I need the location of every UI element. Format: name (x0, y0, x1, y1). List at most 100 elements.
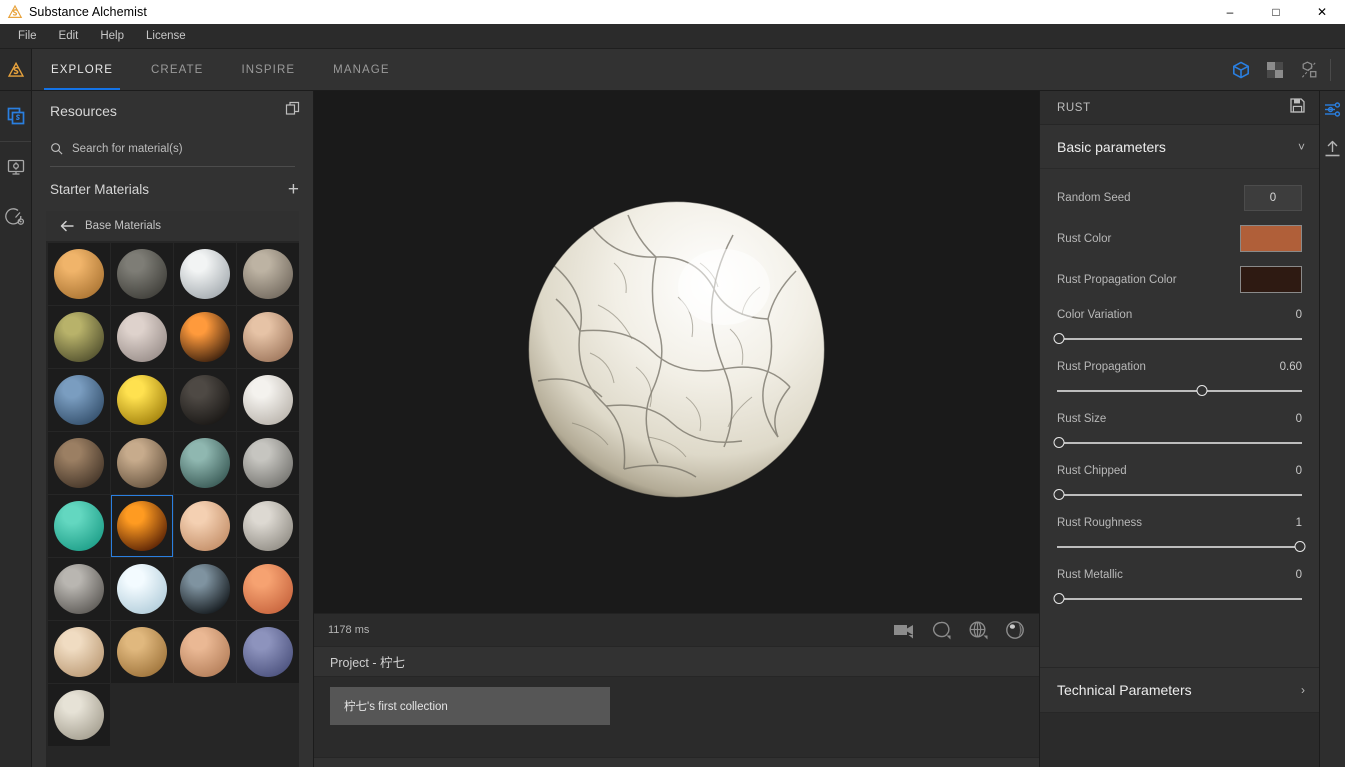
detach-panel-icon[interactable] (285, 101, 301, 122)
basic-parameters-section-header[interactable]: Basic parameters ˅ (1040, 125, 1319, 169)
material-thumb-dark-gravel[interactable] (111, 243, 173, 305)
material-preview-sphere[interactable] (528, 201, 825, 498)
slider-track-rust-metallic[interactable] (1057, 592, 1302, 606)
material-sphere-thumbnail (117, 501, 167, 551)
material-thumb-copper-metal[interactable] (174, 306, 236, 368)
search-input[interactable]: Search for material(s) (50, 131, 295, 167)
app-header: EXPLORE CREATE INSPIRE MANAGE (0, 49, 1345, 91)
slider-value-rust-roughness: 1 (1296, 517, 1302, 529)
material-thumb-light-granite[interactable] (237, 495, 299, 557)
collection-card[interactable]: 柠七's first collection (330, 687, 610, 725)
save-floppy-icon[interactable] (1290, 98, 1305, 118)
material-thumb-black-rubber[interactable] (174, 369, 236, 431)
material-thumb-teal-ceramic[interactable] (174, 432, 236, 494)
menu-file[interactable]: File (7, 27, 48, 45)
menu-edit[interactable]: Edit (48, 27, 90, 45)
material-sphere-thumbnail (54, 564, 104, 614)
technical-parameters-section-header[interactable]: Technical Parameters › (1040, 667, 1319, 713)
material-thumb-pink-plaster[interactable] (111, 306, 173, 368)
tab-manage[interactable]: MANAGE (314, 49, 408, 90)
viewport-3d[interactable] (314, 91, 1039, 613)
camera-icon[interactable] (893, 622, 915, 639)
2d-tile-view-icon[interactable] (1258, 49, 1292, 91)
material-thumb-peach-stone[interactable] (174, 495, 236, 557)
color-swatch-rust-propagation-color[interactable] (1240, 266, 1302, 293)
material-sphere-thumbnail (54, 438, 104, 488)
slider-track-rust-roughness[interactable] (1057, 540, 1302, 554)
slider-knob-rust-propagation[interactable] (1196, 385, 1207, 396)
material-thumb-turquoise-paint[interactable] (48, 495, 110, 557)
material-sphere-thumbnail (54, 249, 104, 299)
close-button[interactable]: ✕ (1299, 0, 1345, 24)
slider-knob-color-variation[interactable] (1054, 333, 1065, 344)
breadcrumb[interactable]: Base Materials (46, 211, 299, 241)
param-label-rust-propagation-color: Rust Propagation Color (1057, 274, 1177, 286)
material-sphere-icon[interactable] (1005, 620, 1025, 640)
minimize-button[interactable]: – (1207, 0, 1253, 24)
material-thumb-rust[interactable] (111, 495, 173, 557)
rail-item-display-settings[interactable] (0, 142, 31, 192)
tab-create[interactable]: CREATE (132, 49, 222, 90)
slider-track-rust-size[interactable] (1057, 436, 1302, 450)
slider-track-line (1057, 390, 1302, 392)
material-thumb-orange-plastic[interactable] (237, 558, 299, 620)
material-thumb-brown-dirt[interactable] (48, 432, 110, 494)
rail-item-render-settings[interactable] (0, 192, 31, 242)
chevron-right-icon[interactable]: › (1301, 683, 1305, 697)
material-sphere-thumbnail (180, 627, 230, 677)
environment-globe-icon[interactable] (968, 620, 989, 641)
3d-cube-view-icon[interactable] (1224, 49, 1258, 91)
brand-cell (0, 49, 32, 90)
material-thumb-light-wood[interactable] (48, 621, 110, 683)
material-thumb-white-cracked-tile[interactable] (237, 369, 299, 431)
export-upload-icon[interactable] (1324, 140, 1341, 158)
menubar: File Edit Help License (0, 24, 1345, 49)
slider-header-rust-propagation: Rust Propagation0.60 (1057, 361, 1302, 373)
starter-materials-header: Starter Materials + (32, 167, 313, 211)
slider-track-rust-propagation[interactable] (1057, 384, 1302, 398)
color-swatch-rust-color[interactable] (1240, 225, 1302, 252)
material-thumb-grey-concrete[interactable] (237, 432, 299, 494)
slider-knob-rust-roughness[interactable] (1294, 541, 1305, 552)
tab-explore[interactable]: EXPLORE (32, 49, 132, 90)
breadcrumb-label: Base Materials (85, 220, 161, 232)
split-3d-2d-view-icon[interactable] (1292, 49, 1326, 91)
material-thumb-blue-denim[interactable] (48, 369, 110, 431)
tab-inspire[interactable]: INSPIRE (222, 49, 314, 90)
material-thumb-beige-stone[interactable] (237, 243, 299, 305)
adjust-sliders-icon[interactable] (1324, 101, 1341, 118)
menu-help[interactable]: Help (89, 27, 135, 45)
material-thumb-gold-metal[interactable] (111, 369, 173, 431)
search-placeholder: Search for material(s) (72, 143, 183, 155)
slider-knob-rust-size[interactable] (1054, 437, 1065, 448)
material-thumb-wood-bark[interactable] (111, 432, 173, 494)
material-thumb-ice-white[interactable] (111, 558, 173, 620)
material-thumb-grey-marble[interactable] (48, 558, 110, 620)
material-thumb-cracked-clay[interactable] (237, 306, 299, 368)
chevron-down-icon[interactable]: ˅ (1298, 140, 1305, 154)
material-thumb-terracotta[interactable] (174, 621, 236, 683)
slider-track-rust-chipped[interactable] (1057, 488, 1302, 502)
menu-license[interactable]: License (135, 27, 197, 45)
slider-track-color-variation[interactable] (1057, 332, 1302, 346)
maximize-button[interactable]: □ (1253, 0, 1299, 24)
material-thumb-blue-fabric[interactable] (237, 621, 299, 683)
arrow-left-icon[interactable] (60, 220, 75, 232)
param-label-rust-metallic: Rust Metallic (1057, 569, 1123, 581)
mesh-shape-icon[interactable] (931, 620, 952, 641)
slider-knob-rust-chipped[interactable] (1054, 489, 1065, 500)
material-thumb-white-snow[interactable] (174, 243, 236, 305)
material-thumb-canvas-fabric[interactable] (48, 684, 110, 746)
add-material-button[interactable]: + (288, 180, 299, 199)
material-thumb-mossy-rock[interactable] (48, 306, 110, 368)
slider-track-line (1057, 598, 1302, 600)
param-input-random-seed[interactable]: 0 (1244, 185, 1302, 211)
slider-knob-rust-metallic[interactable] (1054, 593, 1065, 604)
center-column: 1178 ms (314, 91, 1039, 767)
material-thumb-black-glossy[interactable] (174, 558, 236, 620)
rail-item-library[interactable] (0, 91, 31, 141)
left-rail (0, 91, 32, 767)
app-body: Resources Search for material(s) Starter… (0, 91, 1345, 767)
material-thumb-oak-wood[interactable] (111, 621, 173, 683)
material-thumb-sand-orange[interactable] (48, 243, 110, 305)
